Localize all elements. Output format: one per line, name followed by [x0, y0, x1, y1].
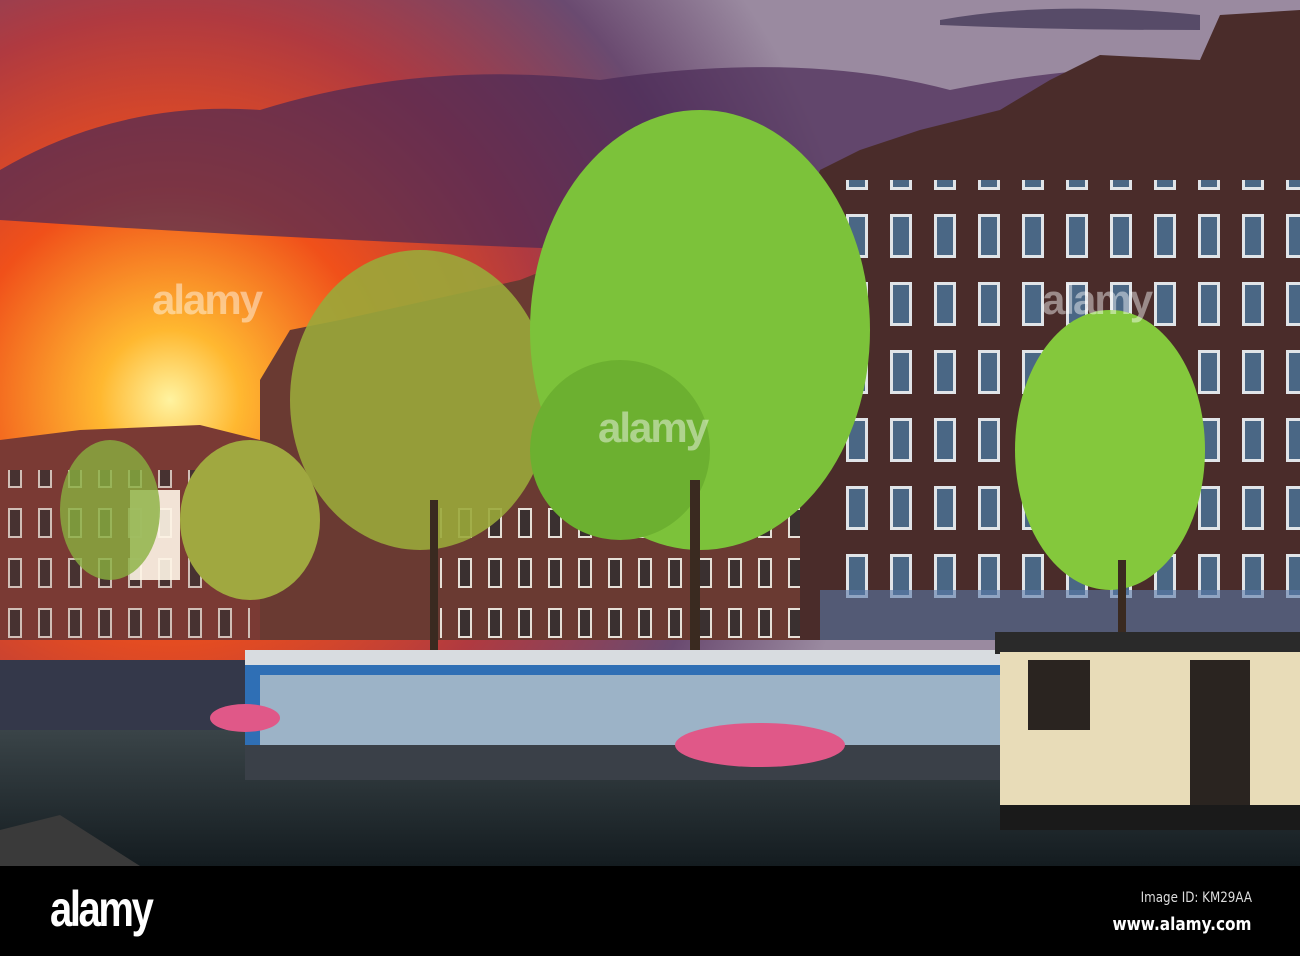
houseboat-cream	[995, 632, 1300, 830]
alamy-logo: alamy	[50, 881, 154, 937]
stock-photo-page: alamy alamy alamy alamy Image ID: KM29AA…	[0, 0, 1300, 956]
footer-bar: alamy Image ID: KM29AA www.alamy.com	[0, 866, 1300, 956]
canal-photo	[0, 0, 1300, 866]
image-id: Image ID: KM29AA	[1140, 890, 1252, 906]
site-url: www.alamy.com	[1113, 914, 1252, 935]
houseboat-blue	[210, 650, 1025, 780]
